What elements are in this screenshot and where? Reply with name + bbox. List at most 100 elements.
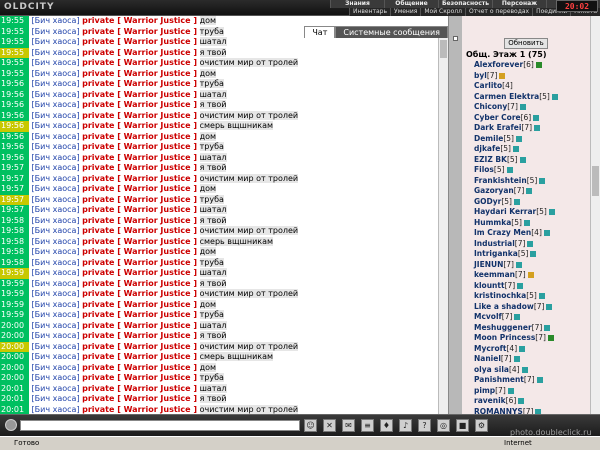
timestamp[interactable]: 19:55 [0, 37, 29, 48]
user-name[interactable]: Mcvolf [474, 312, 502, 323]
user-list-item[interactable]: Demile [5] [474, 134, 586, 145]
user-list-item[interactable]: Filos [5] [474, 165, 586, 176]
sender-nick[interactable]: [Бич хаоса] [32, 142, 80, 151]
sender-nick[interactable]: [Бич хаоса] [32, 279, 80, 288]
private-target[interactable]: private [ Warrior Justice ] [82, 16, 197, 25]
timestamp[interactable]: 19:55 [0, 58, 29, 69]
user-name[interactable]: Moon Princess [474, 333, 535, 344]
private-target[interactable]: private [ Warrior Justice ] [82, 247, 197, 256]
sender-nick[interactable]: [Бич хаоса] [32, 174, 80, 183]
submenu-item[interactable]: Отчет о переводах [464, 8, 533, 16]
clan-badge-icon[interactable] [513, 198, 520, 205]
clan-badge-icon[interactable] [519, 156, 526, 163]
private-target[interactable]: private [ Warrior Justice ] [82, 394, 197, 403]
private-target[interactable]: private [ Warrior Justice ] [82, 121, 197, 130]
menu-item[interactable]: Безопасность [438, 0, 492, 8]
user-name[interactable]: Industrial [474, 239, 515, 250]
private-target[interactable]: private [ Warrior Justice ] [82, 237, 197, 246]
user-list-item[interactable]: djkafe [5] [474, 144, 586, 155]
sender-nick[interactable]: [Бич хаоса] [32, 321, 80, 330]
timestamp[interactable]: 19:57 [0, 184, 29, 195]
user-list-item[interactable]: GODyr [5] [474, 197, 586, 208]
private-target[interactable]: private [ Warrior Justice ] [82, 27, 197, 36]
sender-nick[interactable]: [Бич хаоса] [32, 363, 80, 372]
sound-icon[interactable]: ♪ [399, 419, 412, 432]
user-list-item[interactable]: Carmen Elektra [5] [474, 92, 586, 103]
sender-nick[interactable]: [Бич хаоса] [32, 289, 80, 298]
private-target[interactable]: private [ Warrior Justice ] [82, 342, 197, 351]
chat-input[interactable] [20, 420, 300, 431]
user-list-item[interactable]: Gazoryan [7] [474, 186, 586, 197]
private-target[interactable]: private [ Warrior Justice ] [82, 90, 197, 99]
timestamp[interactable]: 19:58 [0, 226, 29, 237]
private-target[interactable]: private [ Warrior Justice ] [82, 352, 197, 361]
private-target[interactable]: private [ Warrior Justice ] [82, 184, 197, 193]
user-name[interactable]: olya sila [474, 365, 509, 376]
private-target[interactable]: private [ Warrior Justice ] [82, 300, 197, 309]
tab-chat[interactable]: Чат [304, 26, 336, 38]
timestamp[interactable]: 19:59 [0, 289, 29, 300]
timestamp[interactable]: 19:59 [0, 268, 29, 279]
timestamp[interactable]: 20:00 [0, 341, 29, 352]
chat-scroll-thumb[interactable] [440, 40, 447, 58]
sender-nick[interactable]: [Бич хаоса] [32, 69, 80, 78]
sender-nick[interactable]: [Бич хаоса] [32, 195, 80, 204]
user-list-item[interactable]: EZIZ BK [5] [474, 155, 586, 166]
user-name[interactable]: Cyber Core [474, 113, 521, 124]
clan-badge-icon[interactable] [547, 335, 554, 342]
user-name[interactable]: Carlito [474, 81, 502, 92]
clan-badge-icon[interactable] [538, 293, 545, 300]
clan-badge-icon[interactable] [506, 167, 513, 174]
user-name[interactable]: Filos [474, 165, 494, 176]
timestamp[interactable]: 19:56 [0, 131, 29, 142]
submenu-item[interactable]: Инвентарь [348, 8, 391, 16]
menu-item[interactable]: Общение [384, 0, 438, 8]
user-scroll-thumb[interactable] [592, 166, 599, 196]
user-name[interactable]: byl [474, 71, 487, 82]
timestamp[interactable]: 19:58 [0, 247, 29, 258]
user-name[interactable]: Im Crazy Men [474, 228, 531, 239]
sender-nick[interactable]: [Бич хаоса] [32, 132, 80, 141]
sender-nick[interactable]: [Бич хаоса] [32, 237, 80, 246]
private-target[interactable]: private [ Warrior Justice ] [82, 111, 197, 120]
timestamp[interactable]: 19:57 [0, 194, 29, 205]
private-target[interactable]: private [ Warrior Justice ] [82, 363, 197, 372]
user-name[interactable]: Intriganka [474, 249, 518, 260]
clan-badge-icon[interactable] [526, 188, 533, 195]
user-list-item[interactable]: Mcvolf [7] [474, 312, 586, 323]
user-name[interactable]: djkafe [474, 144, 500, 155]
clan-badge-icon[interactable] [544, 324, 551, 331]
sender-nick[interactable]: [Бич хаоса] [32, 111, 80, 120]
sender-nick[interactable]: [Бич хаоса] [32, 331, 80, 340]
timestamp[interactable]: 19:59 [0, 299, 29, 310]
sender-nick[interactable]: [Бич хаоса] [32, 205, 80, 214]
private-target[interactable]: private [ Warrior Justice ] [82, 289, 197, 298]
timestamp[interactable]: 19:56 [0, 152, 29, 163]
sender-nick[interactable]: [Бич хаоса] [32, 163, 80, 172]
user-list-item[interactable]: Hummka [5] [474, 218, 586, 229]
filter-icon[interactable]: ♦ [380, 419, 393, 432]
clan-badge-icon[interactable] [499, 72, 506, 79]
tab-system-messages[interactable]: Системные сообщения [335, 26, 448, 38]
menu-item[interactable]: Персонаж [492, 0, 546, 8]
clan-badge-icon[interactable] [534, 125, 541, 132]
timestamp[interactable]: 19:56 [0, 79, 29, 90]
clan-badge-icon[interactable] [513, 356, 520, 363]
user-name[interactable]: pimp [474, 386, 495, 397]
timestamp[interactable]: 19:55 [0, 47, 29, 58]
log-icon[interactable]: ✉ [342, 419, 355, 432]
user-name[interactable]: Panishment [474, 375, 524, 386]
timestamp[interactable]: 19:57 [0, 205, 29, 216]
user-name[interactable]: Hummka [474, 218, 511, 229]
private-target[interactable]: private [ Warrior Justice ] [82, 279, 197, 288]
sender-nick[interactable]: [Бич хаоса] [32, 352, 80, 361]
private-target[interactable]: private [ Warrior Justice ] [82, 384, 197, 393]
clan-badge-icon[interactable] [521, 366, 528, 373]
sender-nick[interactable]: [Бич хаоса] [32, 216, 80, 225]
user-list-item[interactable]: Dark Erafei [7] [474, 123, 586, 134]
user-name[interactable]: GODyr [474, 197, 501, 208]
clan-badge-icon[interactable] [530, 251, 537, 258]
user-list-item[interactable]: Moon Princess [7] [474, 333, 586, 344]
help-icon[interactable]: ? [418, 419, 431, 432]
sender-nick[interactable]: [Бич хаоса] [32, 373, 80, 382]
